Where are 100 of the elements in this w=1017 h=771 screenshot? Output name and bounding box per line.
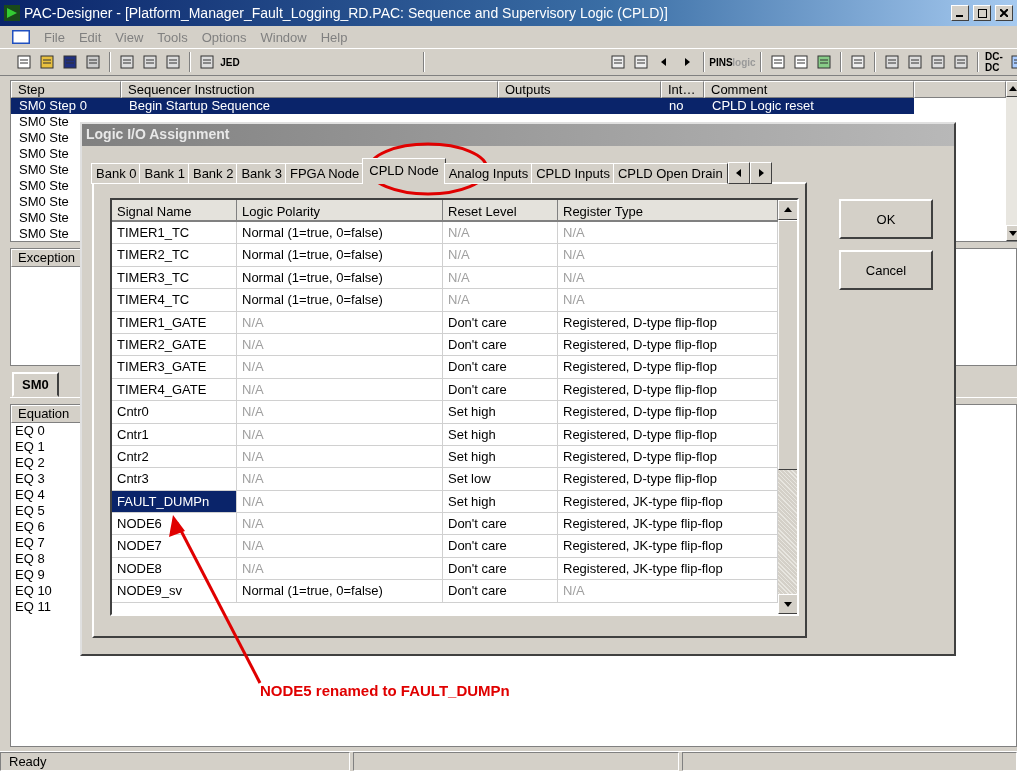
tab[interactable]: FPGA Node [284,163,365,184]
table-cell: Set high [443,401,558,423]
table-cell: N/A [237,311,443,333]
table-cell: N/A [237,513,443,535]
column-header[interactable]: Reset Level [443,200,558,222]
table-cell: Normal (1=true, 0=false) [237,580,443,602]
equation-item[interactable]: EQ 9 [15,567,45,582]
table-cell: Don't care [443,535,558,557]
table-cell: Cntr1 [112,423,237,445]
tab-right-button[interactable] [749,162,772,184]
scroll-thumb[interactable] [778,220,797,470]
table-cell: TIMER2_TC [112,244,237,266]
annotation-text: NODE5 renamed to FAULT_DUMPn [260,682,510,699]
table-cell: SM0 Ste [19,178,69,193]
table-cell: TIMER3_TC [112,266,237,289]
tab[interactable]: Analog Inputs [443,163,534,184]
table-cell: Begin Startup Sequence [129,98,270,113]
tab[interactable]: Bank 2 [187,163,239,184]
scroll-down-button[interactable] [1006,225,1017,241]
minimize-button[interactable] [951,5,969,21]
table-cell: Normal (1=true, 0=false) [237,266,443,289]
tab[interactable]: Bank 1 [139,163,190,184]
table-cell: N/A [237,490,443,513]
tab-left-button[interactable] [727,162,750,184]
column-header[interactable]: Step [11,81,121,98]
maximize-button[interactable] [973,5,991,21]
column-header[interactable]: Comment [704,81,914,98]
table-cell: N/A [237,423,443,445]
table-cell: N/A [237,378,443,401]
table-cell: Set high [443,445,558,468]
table-cell: N/A [237,356,443,378]
cancel-button[interactable]: Cancel [839,250,933,290]
equation-item[interactable]: EQ 0 [15,423,45,438]
table-cell: N/A [237,535,443,557]
table-cell: Cntr2 [112,445,237,468]
table-cell: N/A [237,333,443,356]
sm-tab[interactable]: SM0 [12,372,59,397]
column-header[interactable]: Sequencer Instruction [121,81,498,98]
up-triangle-icon [783,205,793,215]
step-row[interactable]: SM0 Step 0 Begin Startup Sequence no CPLD Logic reset [11,98,914,114]
table-cell: TIMER1_TC [112,222,237,244]
tab[interactable]: Bank 3 [236,163,287,184]
column-header[interactable]: Outputs [498,81,661,98]
column-header[interactable]: Int… [661,81,704,98]
table-cell: Don't care [443,333,558,356]
table-cell: SM0 Ste [19,146,69,161]
table-cell: Normal (1=true, 0=false) [237,222,443,244]
equation-item[interactable]: EQ 7 [15,535,45,550]
equation-item[interactable]: EQ 2 [15,455,45,470]
table-cell: N/A [443,222,558,244]
status-text: Ready [0,752,350,771]
equation-item[interactable]: EQ 1 [15,439,45,454]
right-triangle-icon [682,57,692,67]
tab[interactable]: CPLD Node [362,158,446,184]
column-header[interactable]: Equation [11,405,81,423]
table-cell: Normal (1=true, 0=false) [237,289,443,311]
table-cell: CPLD Logic reset [712,98,814,113]
table-cell: Set high [443,423,558,445]
app-icon [4,5,20,21]
equation-item[interactable]: EQ 11 [15,599,51,614]
table-cell: TIMER4_TC [112,289,237,311]
up-triangle-icon [1008,84,1017,94]
equation-item[interactable]: EQ 3 [15,471,45,486]
column-header[interactable]: Register Type [558,200,778,222]
maximize-icon [977,8,987,18]
scroll-up-button[interactable] [778,200,797,220]
table-cell: Don't care [443,557,558,580]
table-cell: N/A [237,557,443,580]
dialog-title: Logic I/O Assignment [82,124,954,146]
tab[interactable]: Bank 0 [91,163,142,184]
table-cell: TIMER2_GATE [112,333,237,356]
equation-item[interactable]: EQ 6 [15,519,45,534]
table-cell: N/A [443,266,558,289]
table-cell: Cntr0 [112,401,237,423]
table-cell: Cntr3 [112,468,237,490]
left-triangle-icon [659,57,669,67]
table-cell: Don't care [443,378,558,401]
dc-dc-button[interactable]: DC-DC [985,52,1005,72]
tab[interactable]: CPLD Open Drain [612,163,728,184]
table-cell: N/A [443,289,558,311]
equation-item[interactable]: EQ 5 [15,503,45,518]
column-header[interactable]: Logic Polarity [237,200,443,222]
equation-item[interactable]: EQ 8 [15,551,45,566]
equation-item[interactable]: EQ 4 [15,487,45,502]
scroll-up-button[interactable] [1006,81,1017,97]
column-header[interactable]: Signal Name [112,200,237,222]
table-cell: Don't care [443,513,558,535]
close-icon [1000,9,1008,17]
tab[interactable]: CPLD Inputs [531,163,615,184]
table-cell: SM0 Ste [19,114,69,129]
ok-button[interactable]: OK [839,199,933,239]
close-button[interactable] [995,5,1013,21]
down-triangle-icon [783,599,793,609]
table-cell: N/A [237,401,443,423]
table-cell: Set low [443,468,558,490]
jed-button[interactable]: JED [220,52,240,72]
table-cell: TIMER3_GATE [112,356,237,378]
table-cell: Normal (1=true, 0=false) [237,244,443,266]
equation-item[interactable]: EQ 10 [15,583,52,598]
scroll-down-button[interactable] [778,594,797,614]
